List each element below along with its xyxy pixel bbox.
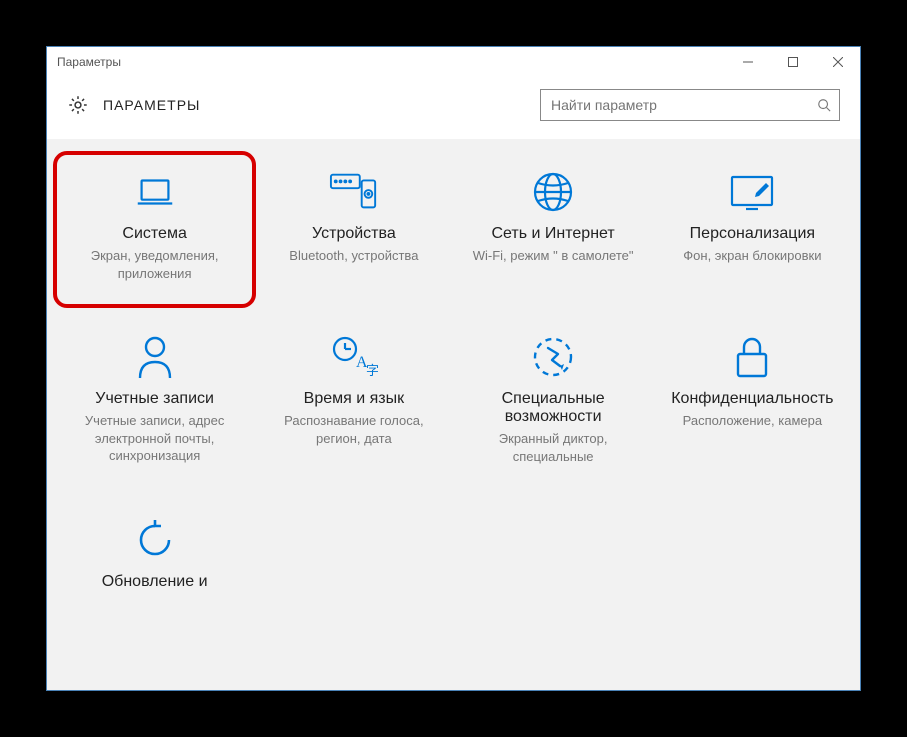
close-button[interactable]	[815, 47, 860, 77]
tile-desc: Экран, уведомления, приложения	[61, 247, 248, 282]
tiles-grid: СистемаЭкран, уведомления, приложенияУст…	[55, 157, 852, 605]
close-icon	[833, 57, 843, 67]
tile-title: Сеть и Интернет	[492, 225, 615, 243]
laptop-icon	[132, 167, 178, 217]
search-input[interactable]	[549, 96, 817, 114]
tile-desc: Распознавание голоса, регион, дата	[260, 412, 447, 447]
window-controls	[725, 47, 860, 77]
tile-personalize[interactable]: Персонализация Фон, экран блокировки	[653, 157, 852, 292]
tile-title: Специальные возможности	[460, 390, 647, 426]
minimize-icon	[743, 57, 753, 67]
tile-title: Время и язык	[304, 390, 404, 408]
person-icon	[135, 332, 175, 382]
tile-desc: Bluetooth, устройства	[285, 247, 422, 265]
tile-desc: Экранный диктор, специальные	[460, 430, 647, 465]
tile-timelang[interactable]: A字 Время и язык Распознавание голоса, реги…	[254, 322, 453, 475]
tile-devices[interactable]: Устройства Bluetooth, устройства	[254, 157, 453, 292]
timelang-icon: A字	[330, 332, 378, 382]
page-title: ПАРАМЕТРЫ	[103, 97, 200, 113]
titlebar: Параметры	[47, 47, 860, 77]
tile-title: Конфиденциальность	[671, 390, 833, 408]
tile-desc: Wi-Fi, режим " в самолете"	[469, 247, 638, 265]
svg-text:字: 字	[366, 363, 378, 378]
globe-icon	[531, 167, 575, 217]
tile-desc: Фон, экран блокировки	[679, 247, 825, 265]
tile-update[interactable]: Обновление и	[55, 505, 254, 605]
personalize-icon	[728, 167, 776, 217]
update-icon	[133, 515, 177, 565]
tile-title: Обновление и	[102, 573, 208, 591]
tile-title: Система	[122, 225, 186, 243]
minimize-button[interactable]	[725, 47, 770, 77]
tile-desc: Учетные записи, адрес электронной почты,…	[61, 412, 248, 465]
tile-laptop[interactable]: Система Экран, уведомления, приложения	[55, 157, 254, 292]
header: ПАРАМЕТРЫ	[47, 77, 860, 139]
tile-title: Персонализация	[690, 225, 815, 243]
settings-window: Параметры ПАРАМЕТРЫ	[46, 46, 861, 691]
tile-lock[interactable]: Конфиденциальность Расположение, камера	[653, 322, 852, 475]
ease-icon	[530, 332, 576, 382]
maximize-button[interactable]	[770, 47, 815, 77]
window-title: Параметры	[57, 55, 725, 69]
devices-icon	[329, 167, 379, 217]
lock-icon	[732, 332, 772, 382]
tile-person[interactable]: Учетные записи Учетные записи, адрес элек…	[55, 322, 254, 475]
tile-title: Устройства	[312, 225, 396, 243]
tile-desc: Расположение, камера	[679, 412, 826, 430]
content-area[interactable]: СистемаЭкран, уведомления, приложенияУст…	[47, 139, 860, 690]
tile-globe[interactable]: Сеть и Интернет Wi-Fi, режим " в самолете…	[454, 157, 653, 292]
gear-icon	[67, 94, 89, 116]
search-box[interactable]	[540, 89, 840, 121]
search-icon	[817, 98, 831, 112]
maximize-icon	[788, 57, 798, 67]
tile-title: Учетные записи	[95, 390, 214, 408]
tile-ease[interactable]: Специальные возможности Экранный диктор, …	[454, 322, 653, 475]
